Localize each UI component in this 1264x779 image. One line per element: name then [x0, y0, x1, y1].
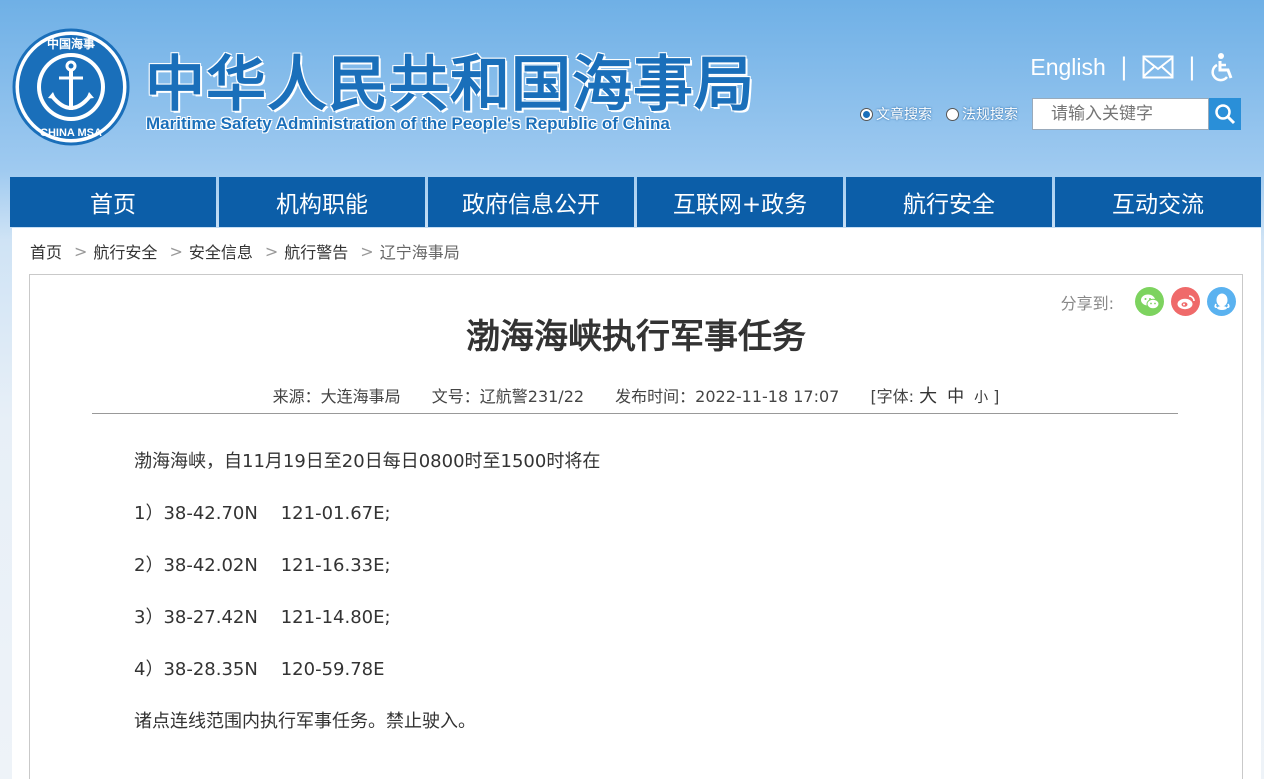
nav-internet-gov[interactable]: 互联网+政务	[637, 177, 843, 227]
breadcrumb-separator: >	[74, 241, 88, 261]
article-publish-time: 发布时间：2022-11-18 17:07	[615, 387, 840, 406]
nav-functions[interactable]: 机构职能	[219, 177, 425, 227]
article-paragraph: 4）38-28.35N 120-59.78E	[134, 659, 385, 680]
content-area: 分享到: 渤海海峡执行军事任务 来源：大连海事局 文号：辽航警231/22 发布…	[12, 274, 1261, 779]
nav-interaction[interactable]: 互动交流	[1055, 177, 1261, 227]
breadcrumb-home[interactable]: 首页	[30, 239, 62, 263]
article-paragraph: 诸点连线范围内执行军事任务。禁止驶入。	[134, 711, 476, 732]
article: 分享到: 渤海海峡执行军事任务 来源：大连海事局 文号：辽航警231/22 发布…	[29, 274, 1243, 779]
accessibility-icon[interactable]	[1210, 52, 1236, 82]
china-msa-logo[interactable]: 中国海事 CHINA MSA	[12, 28, 130, 146]
main-nav: 首页 机构职能 政府信息公开 互联网+政务 航行安全 互动交流	[10, 177, 1261, 227]
article-paragraph: 1）38-42.70N 121-01.67E;	[134, 503, 391, 524]
font-size-close: ]	[993, 387, 1000, 406]
breadcrumb-safety-info[interactable]: 安全信息	[189, 239, 253, 263]
radio-dot[interactable]	[946, 107, 959, 121]
font-size-switcher: [字体: 大中小]	[870, 386, 1000, 407]
breadcrumb-separator: >	[169, 241, 183, 261]
article-title: 渤海海峡执行军事任务	[466, 317, 806, 357]
site-title-cn: 中华人民共和国海事局	[145, 50, 755, 120]
font-large-button[interactable]: 大	[919, 386, 937, 407]
breadcrumb-separator: >	[360, 241, 374, 261]
radio-article-search[interactable]: 文章搜索	[860, 104, 932, 124]
mail-icon[interactable]	[1142, 55, 1174, 79]
article-paragraph: 2）38-42.02N 121-16.33E;	[134, 555, 391, 576]
nav-navigation-safety[interactable]: 航行安全	[846, 177, 1052, 227]
breadcrumb-nav-warnings[interactable]: 航行警告	[284, 239, 348, 263]
article-source: 来源：大连海事局	[272, 387, 401, 406]
breadcrumb-liaoning-msa[interactable]: 辽宁海事局	[380, 239, 460, 263]
top-links: English | |	[1030, 52, 1236, 82]
svg-text:中国海事: 中国海事	[47, 36, 95, 51]
search-button[interactable]	[1209, 98, 1241, 130]
font-size-label: [字体:	[870, 387, 915, 406]
search-bar: 文章搜索 法规搜索	[860, 98, 1241, 130]
breadcrumb: 首页 > 航行安全 > 安全信息 > 航行警告 > 辽宁海事局	[12, 228, 1261, 274]
separator: |	[1119, 53, 1128, 81]
article-body: 渤海海峡，自11月19日至20日每日0800时至1500时将在 1）38-42.…	[134, 449, 600, 761]
article-doc-number: 文号：辽航警231/22	[431, 387, 585, 406]
breadcrumb-separator: >	[264, 241, 279, 261]
article-meta: 来源：大连海事局 文号：辽航警231/22 发布时间：2022-11-18 17…	[30, 382, 1242, 408]
radio-label: 文章搜索	[876, 107, 932, 123]
article-paragraph: 渤海海峡，自11月19日至20日每日0800时至1500时将在	[134, 451, 601, 472]
search-icon	[1215, 104, 1236, 125]
site-header: 中国海事 CHINA MSA 中华人民共和国海事局 Maritime Safet…	[0, 0, 1264, 177]
svg-text:CHINA MSA: CHINA MSA	[40, 127, 102, 139]
font-small-button[interactable]: 小	[974, 390, 988, 406]
divider	[92, 413, 1178, 414]
radio-dot[interactable]	[860, 107, 873, 121]
english-link[interactable]: English	[1030, 54, 1105, 81]
radio-label: 法规搜索	[962, 107, 1018, 123]
article-paragraph: 3）38-27.42N 121-14.80E;	[134, 607, 391, 628]
radio-law-search[interactable]: 法规搜索	[946, 104, 1018, 124]
font-medium-button[interactable]: 中	[947, 387, 964, 407]
breadcrumb-navigation-safety[interactable]: 航行安全	[93, 239, 157, 263]
search-input[interactable]	[1032, 98, 1209, 130]
nav-gov-info[interactable]: 政府信息公开	[428, 177, 634, 227]
nav-home[interactable]: 首页	[10, 177, 216, 227]
site-title-en: Maritime Safety Administration of the Pe…	[146, 114, 670, 133]
separator: |	[1187, 53, 1196, 81]
